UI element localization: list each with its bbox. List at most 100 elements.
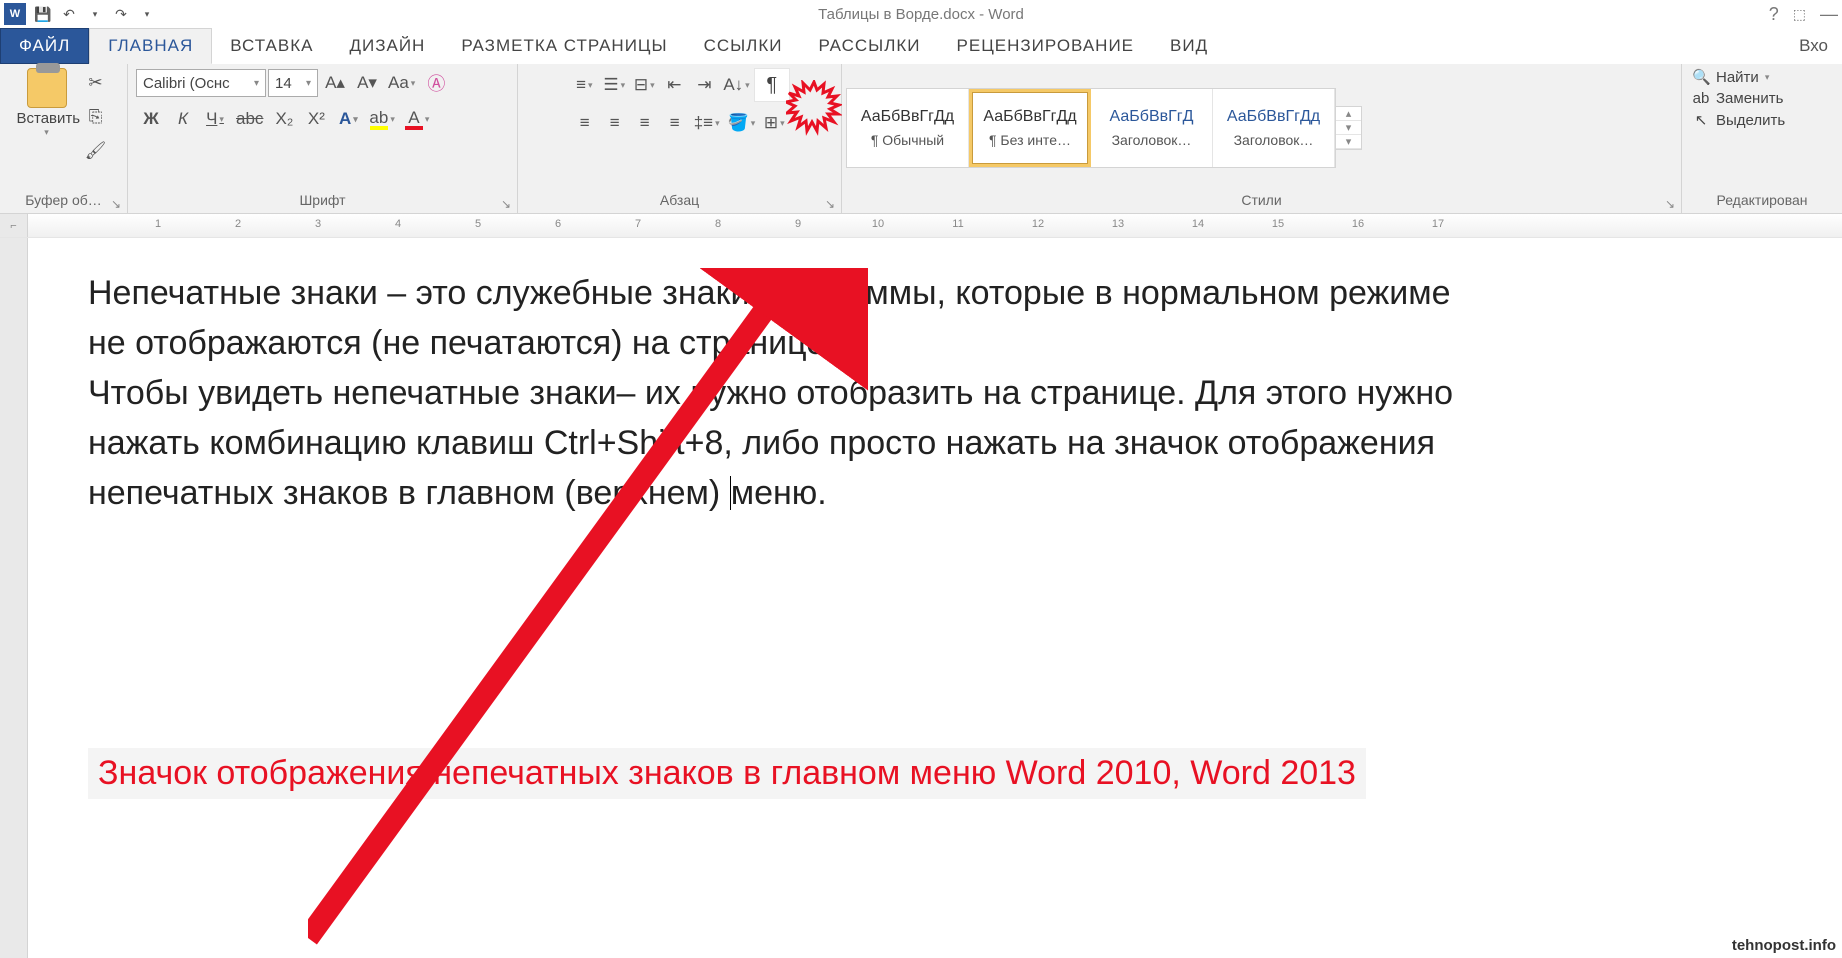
bold-button[interactable]: Ж	[137, 105, 165, 133]
paragraph-launcher[interactable]: ↘	[825, 197, 835, 211]
style-preview: АаБбВвГгДд	[861, 108, 954, 126]
tab-page-layout[interactable]: РАЗМЕТКА СТРАНИЦЫ	[443, 28, 685, 64]
group-styles: АаБбВвГгДд¶ ОбычныйАаБбВвГгДд¶ Без инте……	[842, 64, 1682, 213]
subscript-button[interactable]: X₂	[270, 105, 298, 133]
borders-button[interactable]: ⊞	[760, 109, 788, 137]
tab-review[interactable]: РЕЦЕНЗИРОВАНИЕ	[939, 28, 1153, 64]
change-case-button[interactable]: Aa	[385, 69, 418, 97]
style-name: ¶ Без инте…	[989, 132, 1071, 148]
undo-dropdown[interactable]: ▾	[82, 2, 108, 26]
group-paragraph: ≡ ☰ ⊟ ⇤ ⇥ A↓ ¶ ≡ ≡ ≡ ≡ ‡≡ 🪣 ⊞ Абзац ↘	[518, 64, 842, 213]
document-area: Непечатные знаки – это служебные знаки п…	[0, 238, 1842, 958]
ruler-mark: 10	[872, 218, 884, 230]
quick-access-toolbar: W 💾 ↶ ▾ ↷ ▾ Таблицы в Ворде.docx - Word …	[0, 0, 1842, 28]
group-font: Calibri (Оснс 14 A▴ A▾ Aa Ⓐ Ж К Ч abc X₂…	[128, 64, 518, 213]
ruler-mark: 16	[1352, 218, 1364, 230]
align-right-button[interactable]: ≡	[631, 109, 659, 137]
tab-insert[interactable]: ВСТАВКА	[212, 28, 331, 64]
paste-button[interactable]: Вставить ▾	[17, 68, 77, 166]
style-item-3[interactable]: АаБбВвГгДдЗаголовок…	[1213, 89, 1335, 167]
justify-button[interactable]: ≡	[661, 109, 689, 137]
tab-home[interactable]: ГЛАВНАЯ	[89, 28, 212, 64]
ruler-mark: 7	[635, 218, 641, 230]
underline-button[interactable]: Ч	[201, 105, 229, 133]
ruler-mark: 11	[952, 218, 963, 230]
font-launcher[interactable]: ↘	[501, 197, 511, 211]
undo-button[interactable]: ↶	[56, 2, 82, 26]
align-left-button[interactable]: ≡	[571, 109, 599, 137]
select-button[interactable]: ↖Выделить	[1692, 111, 1785, 129]
style-item-0[interactable]: АаБбВвГгДд ¶ Обычный	[847, 89, 969, 167]
numbering-button[interactable]: ☰	[600, 71, 628, 99]
highlight-color-button[interactable]: ab	[366, 105, 397, 133]
redo-button[interactable]: ↷	[108, 2, 134, 26]
superscript-button[interactable]: X²	[302, 105, 330, 133]
font-name-combo[interactable]: Calibri (Оснс	[136, 69, 266, 97]
italic-button[interactable]: К	[169, 105, 197, 133]
style-item-1[interactable]: АаБбВвГгДд¶ Без инте…	[969, 89, 1091, 167]
styles-scroll-down[interactable]: ▾	[1336, 121, 1361, 135]
group-paragraph-label: Абзац	[660, 192, 699, 208]
shrink-font-button[interactable]: A▾	[353, 69, 381, 97]
paragraph-2: Чтобы увидеть непечатные знаки– их нужно…	[88, 368, 1468, 518]
format-painter-button[interactable]: 🖌	[82, 137, 110, 165]
clipboard-launcher[interactable]: ↘	[111, 197, 121, 211]
word-app-icon: W	[4, 3, 26, 25]
group-editing-label: Редактирован	[1716, 192, 1807, 208]
select-icon: ↖	[1692, 111, 1710, 129]
style-preview: АаБбВвГгДд	[1227, 108, 1320, 126]
clear-formatting-button[interactable]: Ⓐ	[422, 69, 450, 97]
copy-button[interactable]: ⎘	[82, 103, 110, 131]
document-page[interactable]: Непечатные знаки – это служебные знаки п…	[28, 238, 1842, 958]
font-size-combo[interactable]: 14	[268, 69, 318, 97]
styles-expand[interactable]: ▾	[1336, 135, 1361, 149]
bullets-button[interactable]: ≡	[570, 71, 598, 99]
style-name: Заголовок…	[1112, 132, 1192, 148]
account-sign-in[interactable]: Вхо	[1785, 28, 1842, 64]
help-icon[interactable]: ?	[1769, 4, 1779, 25]
font-color-button[interactable]: A	[402, 105, 433, 133]
group-clipboard-label: Буфер об…	[25, 192, 102, 208]
line-spacing-button[interactable]: ‡≡	[691, 109, 723, 137]
replace-button[interactable]: abЗаменить	[1692, 90, 1783, 107]
ribbon: Вставить ▾ ✂ ⎘ 🖌 Буфер об… ↘ Calibri (Осн…	[0, 64, 1842, 214]
watermark: tehnopost.info	[1732, 937, 1836, 954]
align-center-button[interactable]: ≡	[601, 109, 629, 137]
find-icon: 🔍	[1692, 68, 1710, 86]
styles-gallery[interactable]: АаБбВвГгДд¶ ОбычныйАаБбВвГгДд¶ Без инте……	[846, 88, 1336, 168]
multilevel-list-button[interactable]: ⊟	[630, 71, 658, 99]
group-clipboard: Вставить ▾ ✂ ⎘ 🖌 Буфер об… ↘	[0, 64, 128, 213]
grow-font-button[interactable]: A▴	[321, 69, 349, 97]
tab-view[interactable]: ВИД	[1152, 28, 1226, 64]
vertical-ruler[interactable]	[0, 238, 28, 958]
cut-button[interactable]: ✂	[82, 69, 110, 97]
tab-mailings[interactable]: РАССЫЛКИ	[800, 28, 938, 64]
tab-references[interactable]: ССЫЛКИ	[686, 28, 801, 64]
find-button[interactable]: 🔍Найти ▾	[1692, 68, 1769, 86]
ribbon-display-icon[interactable]: ⬚	[1793, 6, 1806, 23]
increase-indent-button[interactable]: ⇥	[690, 71, 718, 99]
tab-file[interactable]: ФАЙЛ	[0, 28, 89, 64]
show-hide-marks-button[interactable]: ¶	[754, 68, 790, 102]
shading-button[interactable]: 🪣	[725, 109, 759, 137]
group-font-label: Шрифт	[299, 192, 345, 208]
text-effects-button[interactable]: A	[334, 105, 362, 133]
styles-scroll-up[interactable]: ▴	[1336, 107, 1361, 121]
horizontal-ruler[interactable]: 1234567891011121314151617	[28, 214, 1842, 237]
qat-customize[interactable]: ▾	[134, 2, 160, 26]
save-button[interactable]: 💾	[30, 2, 56, 26]
style-name: ¶ Обычный	[871, 132, 944, 148]
ruler-mark: 6	[555, 218, 561, 230]
ruler-mark: 9	[795, 218, 801, 230]
styles-launcher[interactable]: ↘	[1665, 197, 1675, 211]
strikethrough-button[interactable]: abc	[233, 105, 266, 133]
ruler: ⌐ 1234567891011121314151617	[0, 214, 1842, 238]
paragraph-1: Непечатные знаки – это служебные знаки п…	[88, 268, 1468, 368]
minimize-button[interactable]: —	[1820, 4, 1838, 25]
sort-button[interactable]: A↓	[720, 71, 752, 99]
tab-design[interactable]: ДИЗАЙН	[331, 28, 443, 64]
decrease-indent-button[interactable]: ⇤	[660, 71, 688, 99]
ruler-mark: 17	[1432, 218, 1444, 230]
ruler-mark: 4	[395, 218, 401, 230]
style-item-2[interactable]: АаБбВвГгДЗаголовок…	[1091, 89, 1213, 167]
